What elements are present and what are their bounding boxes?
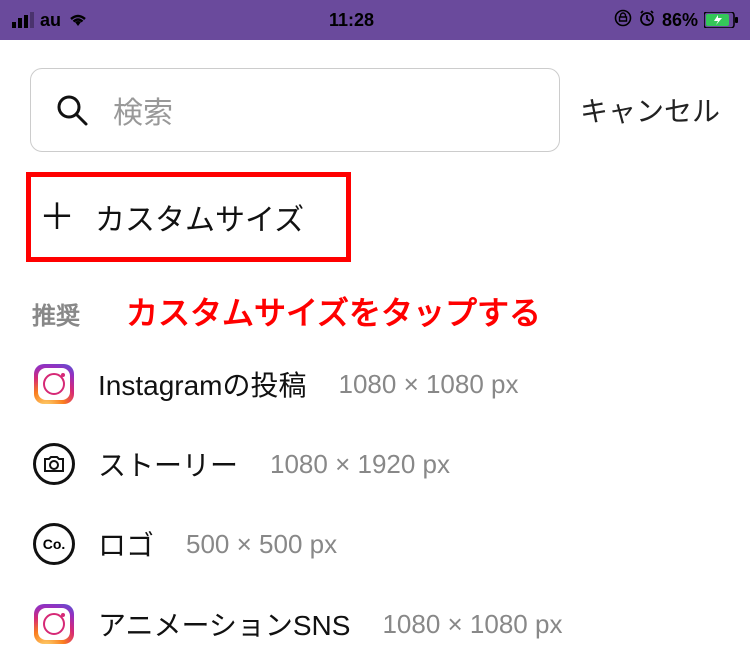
search-icon (55, 93, 89, 127)
battery-icon (704, 12, 738, 28)
item-dimensions: 1080 × 1080 px (382, 609, 562, 640)
plus-icon: ＋ (39, 199, 75, 235)
status-time: 11:28 (329, 10, 374, 31)
list-item[interactable]: ストーリー 1080 × 1920 px (0, 424, 750, 504)
status-right: 86% (614, 9, 738, 32)
search-row: 検索 キャンセル (0, 40, 750, 172)
item-label: ストーリー (98, 444, 238, 484)
custom-size-label: カスタムサイズ (95, 195, 304, 239)
item-dimensions: 1080 × 1080 px (339, 369, 519, 400)
search-input[interactable]: 検索 (30, 68, 560, 152)
wifi-icon (67, 12, 89, 28)
signal-icon (12, 12, 34, 28)
cancel-button[interactable]: キャンセル (580, 90, 726, 130)
alarm-icon (638, 9, 656, 32)
carrier-label: au (40, 10, 61, 31)
instagram-icon (32, 602, 76, 646)
logo-co-icon: Co. (32, 522, 76, 566)
item-label: Instagramの投稿 (98, 364, 307, 404)
orientation-lock-icon (614, 9, 632, 32)
list-item[interactable]: Instagramの投稿 1080 × 1080 px (0, 344, 750, 424)
section-header: 推奨 カスタムサイズをタップする (0, 262, 750, 344)
instagram-icon (32, 362, 76, 406)
annotation-text: カスタムサイズをタップする (126, 288, 541, 334)
status-left: au (12, 10, 89, 31)
item-label: アニメーションSNS (98, 604, 350, 644)
battery-percent: 86% (662, 10, 698, 31)
item-label: ロゴ (98, 524, 154, 564)
camera-icon (32, 442, 76, 486)
list-item[interactable]: アニメーションSNS 1080 × 1080 px (0, 584, 750, 664)
recommend-label: 推奨 (32, 296, 80, 331)
list-item[interactable]: Co. ロゴ 500 × 500 px (0, 504, 750, 584)
item-dimensions: 500 × 500 px (186, 529, 337, 560)
custom-size-button[interactable]: ＋ カスタムサイズ (26, 172, 351, 262)
search-placeholder: 検索 (113, 88, 173, 132)
item-dimensions: 1080 × 1920 px (270, 449, 450, 480)
status-bar: au 11:28 86% (0, 0, 750, 40)
